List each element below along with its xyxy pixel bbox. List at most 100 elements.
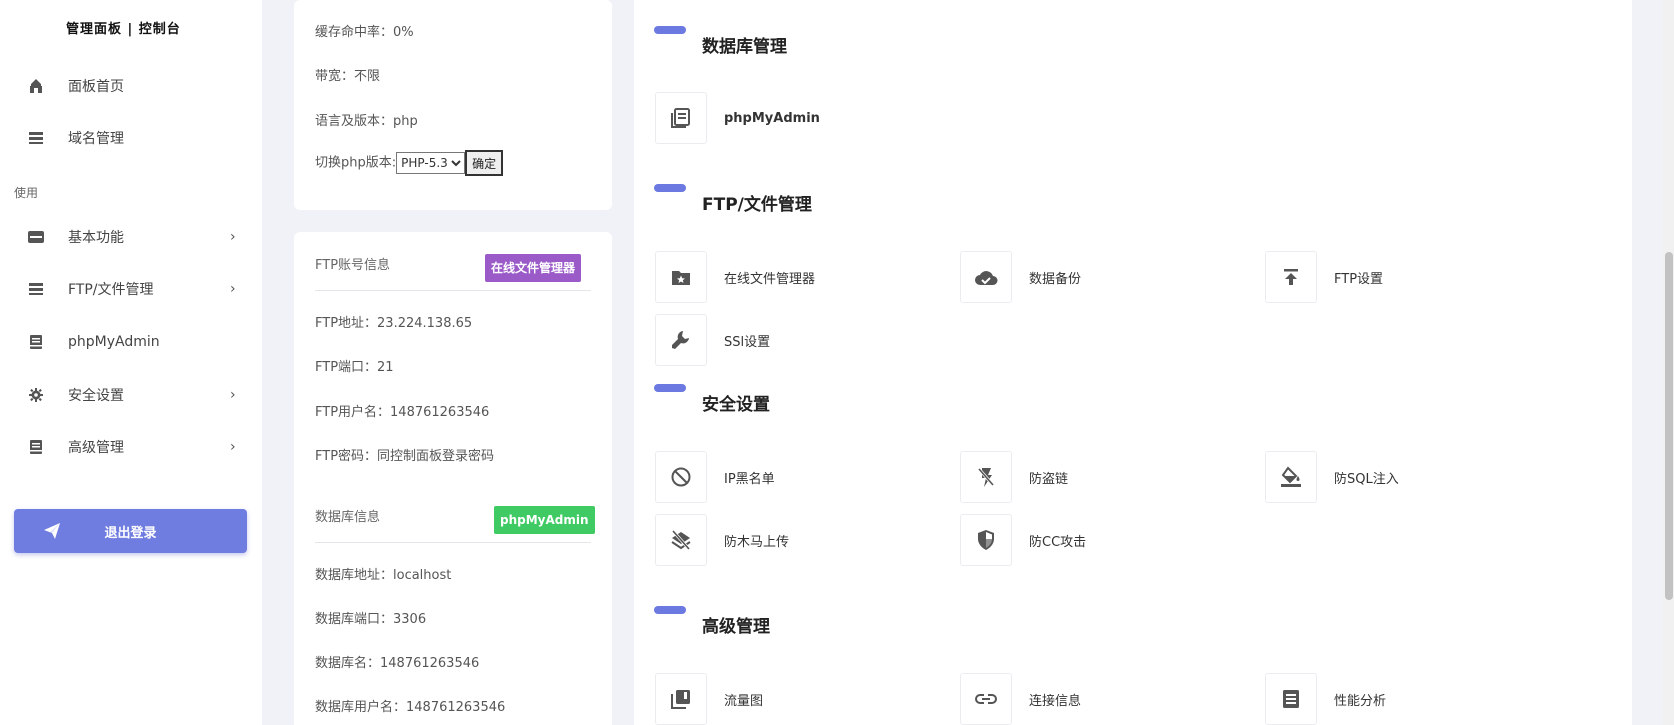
section-accent-bar bbox=[654, 606, 686, 614]
tile-label: 防木马上传 bbox=[724, 534, 790, 550]
tile-performance-analysis[interactable]: 性能分析 bbox=[1265, 673, 1386, 725]
db-name: 数据库名：148761263546 bbox=[315, 656, 480, 671]
section-title-database: 数据库管理 bbox=[702, 37, 787, 57]
server-icon bbox=[28, 281, 44, 297]
ftp-address: FTP地址：23.224.138.65 bbox=[315, 316, 473, 331]
tile-traffic-chart[interactable]: 流量图 bbox=[655, 673, 763, 725]
logout-label: 退出登录 bbox=[104, 525, 157, 541]
language-version: 语言及版本：php bbox=[315, 114, 418, 129]
divider bbox=[315, 542, 591, 543]
management-panel: 数据库管理 phpMyAdmin FTP/文件管理 在线文件管理器 数据备份 F… bbox=[634, 0, 1632, 725]
sidebar-section-label: 使用 bbox=[14, 186, 39, 200]
tile-label: 防CC攻击 bbox=[1029, 534, 1087, 550]
tile-connection-info[interactable]: 连接信息 bbox=[960, 673, 1081, 725]
scrollbar-thumb[interactable] bbox=[1665, 252, 1673, 600]
sidebar-item-advanced[interactable]: 高级管理 › bbox=[0, 430, 262, 464]
bandwidth: 带宽：不限 bbox=[315, 69, 381, 84]
ftp-port: FTP端口：21 bbox=[315, 360, 394, 375]
upload-icon bbox=[1265, 251, 1317, 303]
section-accent-bar bbox=[654, 384, 686, 392]
tile-label: 在线文件管理器 bbox=[724, 271, 816, 287]
sidebar-item-label: 面板首页 bbox=[68, 79, 124, 95]
tile-ftp-settings[interactable]: FTP设置 bbox=[1265, 251, 1383, 303]
site-info-card: 缓存命中率：0% 带宽：不限 语言及版本：php 切换php版本: PHP-5.3… bbox=[294, 0, 612, 210]
tile-file-manager[interactable]: 在线文件管理器 bbox=[655, 251, 815, 303]
tile-ssl-settings[interactable]: SSl设置 bbox=[655, 314, 770, 366]
book-icon bbox=[28, 334, 44, 350]
sidebar-item-label: 高级管理 bbox=[68, 440, 124, 456]
tile-label: SSl设置 bbox=[724, 334, 771, 350]
brand-title: 管理面板 | 控制台 bbox=[66, 22, 181, 37]
sidebar-item-domains[interactable]: 域名管理 bbox=[0, 121, 262, 155]
tile-phpmyadmin[interactable]: phpMyAdmin bbox=[655, 92, 820, 144]
ftp-password: FTP密码：同控制面板登录密码 bbox=[315, 449, 495, 464]
section-accent-bar bbox=[654, 26, 686, 34]
book-icon bbox=[28, 439, 44, 455]
tile-label: FTP设置 bbox=[1334, 271, 1384, 287]
tile-label: 连接信息 bbox=[1029, 693, 1082, 709]
sidebar-item-dashboard[interactable]: 面板首页 bbox=[0, 69, 262, 103]
tile-label: 流量图 bbox=[724, 693, 764, 709]
db-info-header: 数据库信息 bbox=[315, 510, 381, 525]
chevron-right-icon: › bbox=[230, 439, 236, 455]
shield-icon bbox=[960, 514, 1012, 566]
tile-label: 防SQL注入 bbox=[1334, 471, 1399, 487]
php-version-select[interactable]: PHP-5.3 bbox=[396, 152, 466, 174]
sidebar-item-label: FTP/文件管理 bbox=[68, 282, 154, 298]
section-title-advanced: 高级管理 bbox=[702, 617, 770, 637]
paint-bucket-icon bbox=[1265, 451, 1317, 503]
tile-label: phpMyAdmin bbox=[724, 110, 820, 126]
chevron-right-icon: › bbox=[230, 387, 236, 403]
section-title-ftp: FTP/文件管理 bbox=[702, 195, 812, 215]
ftp-db-info-card: FTP账号信息 在线文件管理器 FTP地址：23.224.138.65 FTP端… bbox=[294, 232, 612, 725]
cache-hit-rate: 缓存命中率：0% bbox=[315, 25, 414, 40]
sidebar-item-ftp[interactable]: FTP/文件管理 › bbox=[0, 272, 262, 306]
tile-anti-leech[interactable]: 防盗链 bbox=[960, 451, 1068, 503]
home-icon bbox=[28, 78, 44, 94]
cloud-icon bbox=[960, 251, 1012, 303]
tile-label: IP黑名单 bbox=[724, 471, 775, 487]
db-port: 数据库端口：3306 bbox=[315, 612, 427, 627]
chevron-right-icon: › bbox=[230, 281, 236, 297]
flash-off-icon bbox=[960, 451, 1012, 503]
file-manager-tag-button[interactable]: 在线文件管理器 bbox=[485, 254, 582, 282]
ftp-username: FTP用户名：148761263546 bbox=[315, 405, 490, 420]
gear-icon bbox=[28, 387, 44, 403]
sidebar-item-label: phpMyAdmin bbox=[68, 334, 160, 350]
logout-button[interactable]: 退出登录 bbox=[14, 509, 247, 553]
sidebar-item-label: 安全设置 bbox=[68, 388, 124, 404]
tile-anti-cc-attack[interactable]: 防CC攻击 bbox=[960, 514, 1086, 566]
divider bbox=[315, 290, 591, 291]
wrench-icon bbox=[655, 314, 707, 366]
layers-off-icon bbox=[655, 514, 707, 566]
tile-label: 防盗链 bbox=[1029, 471, 1069, 487]
list-document-icon bbox=[1265, 673, 1317, 725]
ftp-info-header: FTP账号信息 bbox=[315, 258, 391, 273]
folder-star-icon bbox=[655, 251, 707, 303]
tile-data-backup[interactable]: 数据备份 bbox=[960, 251, 1081, 303]
server-icon bbox=[28, 130, 44, 146]
tile-anti-trojan-upload[interactable]: 防木马上传 bbox=[655, 514, 789, 566]
link-icon bbox=[960, 673, 1012, 725]
document-icon bbox=[655, 92, 707, 144]
tile-label: 数据备份 bbox=[1029, 271, 1082, 287]
sidebar-item-phpmyadmin[interactable]: phpMyAdmin bbox=[0, 325, 262, 359]
php-switch-label: 切换php版本: bbox=[315, 155, 397, 171]
sidebar-item-basic[interactable]: 基本功能 › bbox=[0, 220, 262, 254]
confirm-button[interactable]: 确定 bbox=[465, 150, 504, 176]
sidebar: 管理面板 | 控制台 面板首页 域名管理 使用 基本功能 › FTP/文件管理 … bbox=[0, 0, 262, 725]
php-switch-row: 切换php版本: PHP-5.3 确定 bbox=[315, 150, 504, 176]
chevron-right-icon: › bbox=[230, 229, 236, 245]
section-title-security: 安全设置 bbox=[702, 395, 770, 415]
tile-label: 性能分析 bbox=[1334, 693, 1387, 709]
library-icon bbox=[655, 673, 707, 725]
db-address: 数据库地址：localhost bbox=[315, 568, 452, 583]
tile-anti-sql-injection[interactable]: 防SQL注入 bbox=[1265, 451, 1399, 503]
tile-ip-blacklist[interactable]: IP黑名单 bbox=[655, 451, 775, 503]
block-icon bbox=[655, 451, 707, 503]
section-accent-bar bbox=[654, 184, 686, 192]
phpmyadmin-tag-button[interactable]: phpMyAdmin bbox=[494, 506, 595, 534]
sidebar-item-label: 域名管理 bbox=[68, 131, 124, 147]
sidebar-item-security[interactable]: 安全设置 › bbox=[0, 378, 262, 412]
inbox-icon bbox=[28, 229, 44, 245]
